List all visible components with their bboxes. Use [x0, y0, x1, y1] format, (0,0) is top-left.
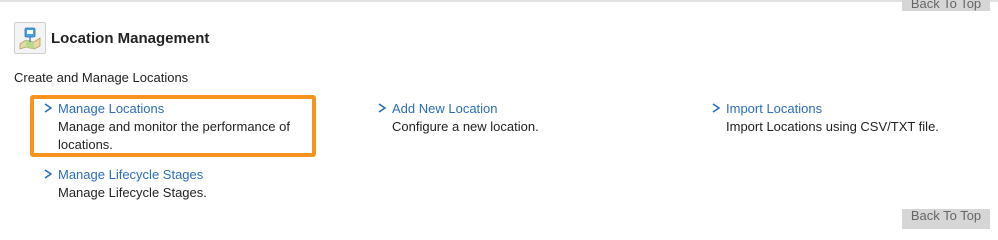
menu-item-manage-lifecycle-stages: Manage Lifecycle Stages Manage Lifecycle…: [44, 166, 344, 202]
bullet-arrow-icon: [44, 100, 58, 118]
menu-item-add-new-location: Add New Location Configure a new locatio…: [378, 100, 678, 136]
bullet-arrow-icon: [378, 100, 392, 118]
manage-lifecycle-stages-description: Manage Lifecycle Stages.: [58, 185, 207, 200]
bullet-arrow-icon: [712, 100, 726, 118]
location-map-icon: [14, 22, 46, 54]
manage-locations-link[interactable]: Manage Locations: [44, 100, 314, 118]
section-title: Location Management: [51, 29, 210, 47]
menu-item-manage-locations: Manage Locations Manage and monitor the …: [44, 100, 314, 154]
manage-lifecycle-stages-link[interactable]: Manage Lifecycle Stages: [44, 166, 344, 184]
add-new-location-description: Configure a new location.: [392, 119, 539, 134]
location-management-panel: Back To Top Location Management Create a…: [0, 0, 998, 229]
manage-lifecycle-stages-label: Manage Lifecycle Stages: [58, 167, 204, 182]
add-new-location-label: Add New Location: [392, 101, 498, 116]
import-locations-link[interactable]: Import Locations: [712, 100, 992, 118]
add-new-location-link[interactable]: Add New Location: [378, 100, 678, 118]
back-to-top-button-top[interactable]: Back To Top: [902, 0, 990, 11]
import-locations-description: Import Locations using CSV/TXT file.: [726, 119, 939, 134]
manage-locations-label: Manage Locations: [58, 101, 165, 116]
back-to-top-button-bottom[interactable]: Back To Top: [902, 209, 990, 229]
section-header: Location Management: [14, 22, 209, 54]
bullet-arrow-icon: [44, 166, 58, 184]
section-description: Create and Manage Locations: [14, 70, 189, 85]
menu-item-import-locations: Import Locations Import Locations using …: [712, 100, 992, 136]
manage-locations-description: Manage and monitor the performance of lo…: [58, 119, 290, 152]
top-divider: [0, 0, 998, 2]
import-locations-label: Import Locations: [726, 101, 823, 116]
